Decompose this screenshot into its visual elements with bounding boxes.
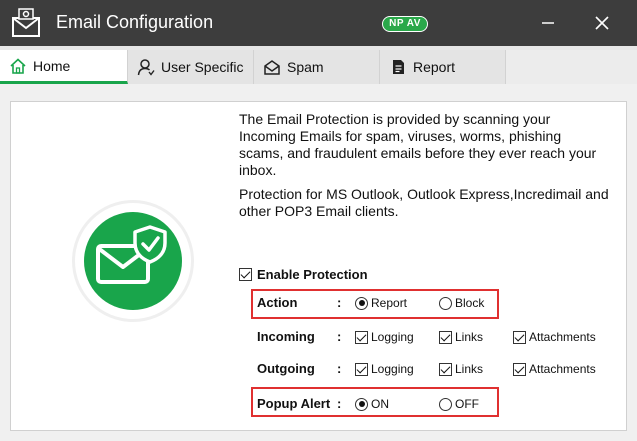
incoming-links-label: Links (455, 330, 484, 344)
outgoing-logging-checkbox[interactable]: Logging (355, 362, 414, 376)
incoming-logging-checkbox[interactable]: Logging (355, 330, 414, 344)
description-scanning: The Email Protection is provided by scan… (239, 111, 597, 178)
user-icon (137, 58, 155, 76)
checkbox-checked (513, 362, 526, 376)
popup-on-label: ON (371, 397, 389, 411)
outgoing-colon: : (337, 361, 342, 376)
popup-on-radio[interactable]: ON (355, 397, 389, 411)
npav-logo: NP AV (382, 16, 428, 32)
description-clients: Protection for MS Outlook, Outlook Expre… (239, 186, 609, 219)
incoming-attachments-checkbox[interactable]: Attachments (513, 330, 596, 344)
outgoing-attachments-label: Attachments (529, 362, 596, 376)
tab-home[interactable]: Home (0, 50, 128, 84)
outgoing-label: Outgoing (257, 361, 315, 376)
enable-protection-checkbox[interactable]: Enable Protection (239, 267, 368, 282)
report-icon (389, 58, 407, 76)
outgoing-links-checkbox[interactable]: Links (439, 362, 483, 376)
enable-protection-check (239, 268, 252, 281)
tab-spam-label: Spam (287, 59, 324, 75)
minimize-icon (542, 22, 554, 24)
action-label: Action (257, 295, 298, 310)
email-settings-icon (10, 8, 44, 38)
outgoing-logging-label: Logging (371, 362, 414, 376)
window-title: Email Configuration (56, 12, 214, 32)
close-icon (595, 16, 609, 30)
popup-off-radio[interactable]: OFF (439, 397, 479, 411)
tab-report[interactable]: Report (380, 50, 506, 84)
popup-alert-label: Popup Alert (257, 396, 331, 411)
tab-report-label: Report (413, 59, 456, 75)
outgoing-links-label: Links (455, 362, 484, 376)
email-protection-icon (70, 198, 196, 324)
popup-alert-row: Popup Alert : ON OFF (251, 395, 631, 415)
close-button[interactable] (587, 8, 617, 38)
action-report-label: Report (371, 296, 408, 310)
radio-unselected (439, 397, 452, 411)
outgoing-attachments-checkbox[interactable]: Attachments (513, 362, 596, 376)
tab-user-specific-label: User Specific (161, 59, 244, 75)
minimize-button[interactable] (533, 8, 563, 38)
outgoing-row: Outgoing : Logging Links Attachments (251, 360, 631, 380)
incoming-logging-label: Logging (371, 330, 414, 344)
popup-alert-colon: : (337, 396, 342, 411)
description: The Email Protection is provided by scan… (239, 111, 609, 220)
incoming-row: Incoming : Logging Links Attachments (251, 328, 631, 348)
action-block-radio[interactable]: Block (439, 296, 484, 310)
tab-bar-filler (506, 50, 637, 84)
enable-protection-label: Enable Protection (257, 267, 368, 282)
radio-unselected (439, 296, 452, 310)
tab-bar: Home User Specific Spam Report (0, 46, 637, 84)
tab-home-label: Home (33, 57, 71, 74)
action-block-label: Block (455, 296, 485, 310)
radio-selected (355, 296, 368, 310)
incoming-label: Incoming (257, 329, 315, 344)
radio-selected (355, 397, 368, 411)
checkbox-checked (513, 330, 526, 344)
tab-spam[interactable]: Spam (254, 50, 380, 84)
incoming-links-checkbox[interactable]: Links (439, 330, 483, 344)
incoming-attachments-label: Attachments (529, 330, 596, 344)
tab-user-specific[interactable]: User Specific (128, 50, 254, 84)
checkbox-checked (439, 330, 452, 344)
action-colon: : (337, 295, 342, 310)
checkbox-checked (439, 362, 452, 376)
spam-envelope-icon (263, 58, 281, 76)
action-report-radio[interactable]: Report (355, 296, 407, 310)
action-row: Action : Report Block (251, 294, 631, 314)
popup-off-label: OFF (455, 397, 479, 411)
title-bar: Email Configuration NP AV (0, 0, 637, 46)
home-panel: The Email Protection is provided by scan… (10, 101, 627, 431)
checkbox-checked (355, 362, 368, 376)
home-icon (9, 57, 27, 75)
checkbox-checked (355, 330, 368, 344)
incoming-colon: : (337, 329, 342, 344)
